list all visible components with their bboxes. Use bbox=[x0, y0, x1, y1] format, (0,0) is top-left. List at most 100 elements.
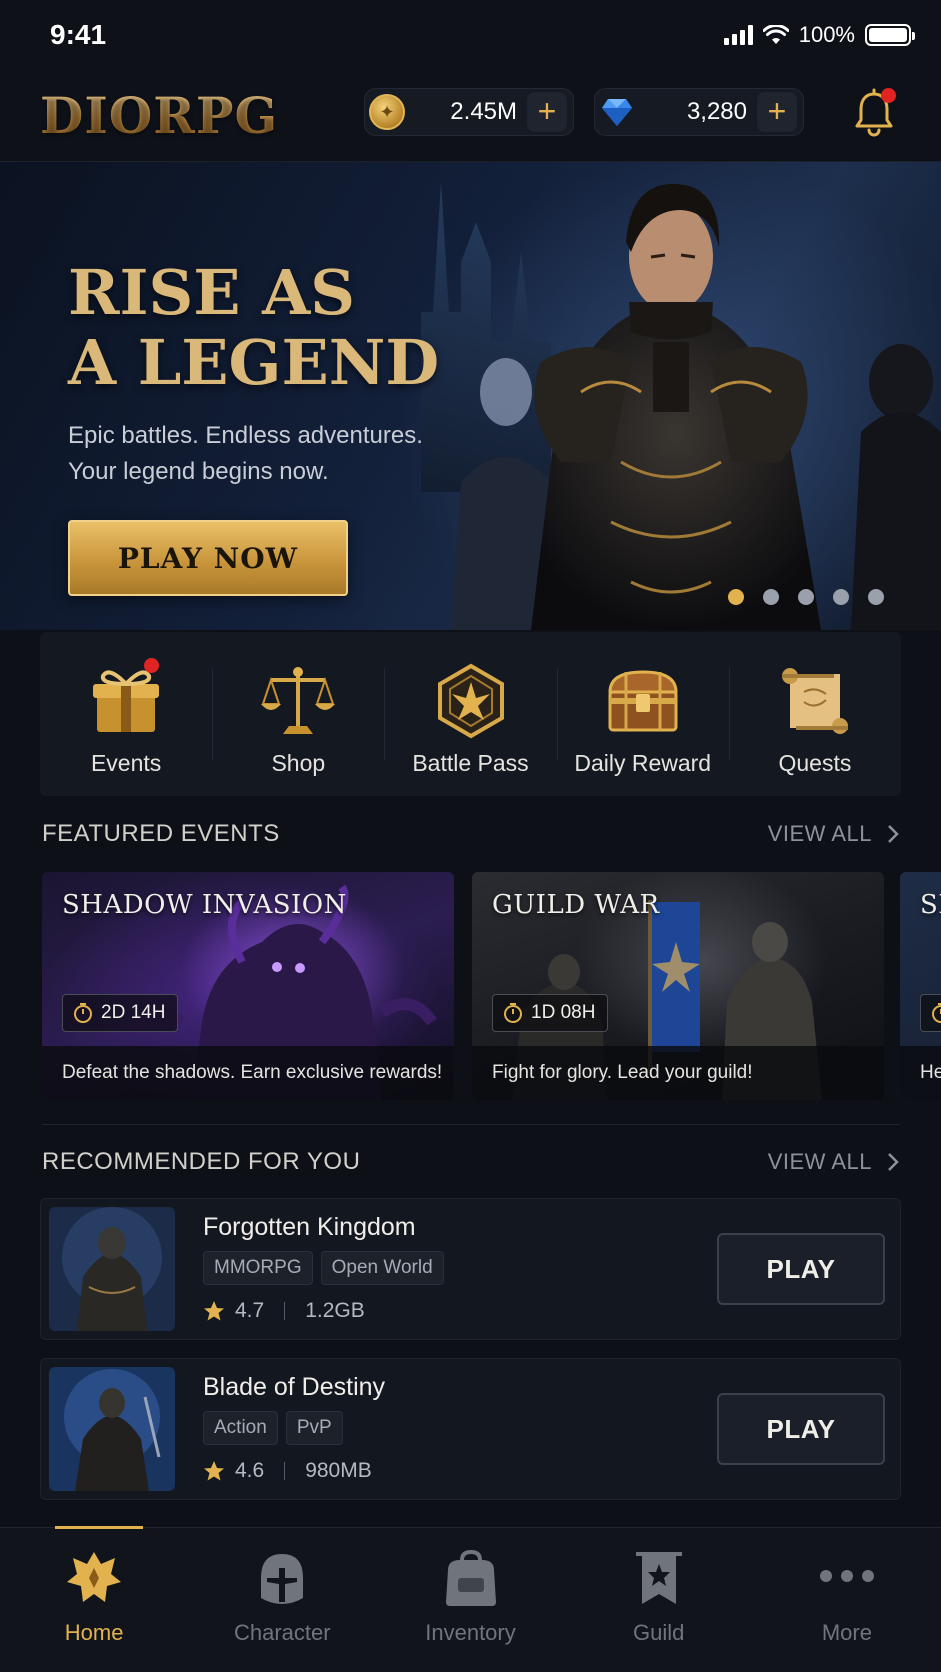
game-size: 1.2GB bbox=[305, 1299, 365, 1322]
game-tag: Action bbox=[203, 1411, 278, 1445]
backpack-icon bbox=[445, 1549, 496, 1606]
stopwatch-icon bbox=[932, 1003, 941, 1023]
quick-menu: Events Shop Battle Pass Daily Reward Que… bbox=[40, 632, 901, 796]
gift-icon bbox=[93, 670, 160, 732]
game-rating: 4.7 bbox=[235, 1299, 265, 1322]
event-title: SI bbox=[920, 890, 941, 920]
section-divider bbox=[42, 1124, 900, 1125]
chevron-right-icon bbox=[888, 825, 899, 843]
game-meta: 4.7 1.2GB bbox=[203, 1299, 365, 1323]
star-icon bbox=[204, 1461, 224, 1481]
game-thumbnail bbox=[49, 1367, 175, 1491]
quick-label: Quests bbox=[778, 750, 852, 776]
featured-events-carousel[interactable]: SHADOW INVASION 2D 14H Defeat the shadow… bbox=[42, 872, 941, 1100]
gem-value: 3,280 bbox=[686, 98, 747, 125]
scales-icon bbox=[261, 667, 336, 734]
game-rating: 4.6 bbox=[235, 1459, 265, 1482]
nav-character[interactable]: Character bbox=[188, 1528, 376, 1672]
quick-item-daily-reward[interactable]: Daily Reward bbox=[556, 632, 729, 796]
bottom-nav: Home Character Inventory Guild More bbox=[0, 1526, 941, 1672]
game-card-forgotten-kingdom[interactable]: Forgotten Kingdom MMORPG Open World 4.7 … bbox=[40, 1198, 901, 1340]
gem-balance[interactable]: 3,280 + bbox=[594, 88, 804, 136]
event-card-partial[interactable]: SI He bbox=[900, 872, 941, 1100]
coin-icon: ✦ bbox=[369, 94, 405, 130]
hero-banner[interactable]: RISE AS A LEGEND Epic battles. Endless a… bbox=[0, 162, 941, 630]
notification-dot bbox=[881, 88, 896, 103]
gem-icon bbox=[602, 99, 632, 126]
add-gems-button[interactable]: + bbox=[757, 92, 797, 132]
section-title: RECOMMENDED FOR YOU bbox=[42, 1148, 361, 1175]
hero-title: RISE AS A LEGEND bbox=[68, 256, 440, 399]
coin-balance[interactable]: ✦ 2.45M + bbox=[364, 88, 574, 136]
game-tag: PvP bbox=[285, 1411, 343, 1445]
featured-view-all-link[interactable]: VIEW ALL bbox=[768, 821, 900, 847]
play-now-button[interactable]: PLAY NOW bbox=[68, 520, 348, 596]
view-all-label: VIEW ALL bbox=[767, 1149, 872, 1174]
add-coins-button[interactable]: + bbox=[527, 92, 567, 132]
nav-label: Inventory bbox=[425, 1620, 516, 1645]
notifications-button[interactable] bbox=[852, 88, 896, 138]
quick-item-shop[interactable]: Shop bbox=[212, 632, 384, 796]
quick-item-battle-pass[interactable]: Battle Pass bbox=[384, 632, 556, 796]
quick-label: Daily Reward bbox=[574, 750, 712, 776]
play-button[interactable]: PLAY bbox=[717, 1233, 885, 1305]
view-all-label: VIEW ALL bbox=[767, 821, 872, 846]
quick-label: Events bbox=[90, 750, 162, 776]
quick-label: Shop bbox=[271, 750, 326, 776]
more-dots-icon bbox=[819, 1570, 874, 1582]
carousel-dot[interactable] bbox=[798, 589, 814, 605]
recommended-header: RECOMMENDED FOR YOU VIEW ALL bbox=[42, 1148, 900, 1176]
nav-label: Character bbox=[234, 1620, 331, 1645]
signal-icon bbox=[723, 25, 753, 45]
knight-thumbnail-icon bbox=[49, 1207, 175, 1331]
quick-item-quests[interactable]: Quests bbox=[728, 632, 901, 796]
event-title: SHADOW INVASION bbox=[62, 890, 347, 920]
game-meta: 4.6 980MB bbox=[203, 1459, 372, 1483]
play-button[interactable]: PLAY bbox=[717, 1393, 885, 1465]
game-tag: MMORPG bbox=[203, 1251, 313, 1285]
carousel-dot[interactable] bbox=[868, 589, 884, 605]
game-card-blade-of-destiny[interactable]: Blade of Destiny Action PvP 4.6 980MB PL… bbox=[40, 1358, 901, 1500]
scroll-icon bbox=[781, 668, 848, 734]
section-title: FEATURED EVENTS bbox=[42, 820, 280, 847]
event-description: He bbox=[900, 1046, 941, 1100]
nav-home[interactable]: Home bbox=[0, 1528, 188, 1672]
carousel-dot[interactable] bbox=[833, 589, 849, 605]
game-tag: Open World bbox=[320, 1251, 444, 1285]
warrior-thumbnail-icon bbox=[49, 1367, 175, 1491]
event-timer bbox=[920, 994, 941, 1032]
game-tags: Action PvP bbox=[203, 1411, 343, 1445]
event-title: GUILD WAR bbox=[492, 890, 660, 920]
game-tags: MMORPG Open World bbox=[203, 1251, 444, 1285]
carousel-dot[interactable] bbox=[728, 589, 744, 605]
nav-label: Home bbox=[64, 1620, 124, 1645]
carousel-dot[interactable] bbox=[763, 589, 779, 605]
chevron-right-icon bbox=[888, 1153, 899, 1171]
quick-label: Battle Pass bbox=[412, 750, 529, 776]
hero-subtitle: Epic battles. Endless adventures. Your l… bbox=[68, 422, 423, 485]
timer-text: 1D 08H bbox=[531, 1002, 596, 1023]
event-timer: 1D 08H bbox=[492, 994, 609, 1032]
battery-icon bbox=[865, 24, 915, 46]
recommended-view-all-link[interactable]: VIEW ALL bbox=[768, 1149, 900, 1175]
nav-label: Guild bbox=[633, 1620, 685, 1645]
treasure-chest-icon bbox=[608, 670, 678, 732]
star-icon bbox=[204, 1301, 224, 1321]
coin-value: 2.45M bbox=[450, 98, 517, 125]
crest-icon bbox=[437, 663, 504, 739]
active-tab-indicator bbox=[55, 1526, 143, 1529]
game-name: Blade of Destiny bbox=[203, 1373, 386, 1401]
app-logo[interactable]: DIORPG bbox=[40, 86, 278, 145]
battery-percent: 100% bbox=[798, 22, 855, 47]
nav-more[interactable]: More bbox=[753, 1528, 941, 1672]
nav-guild[interactable]: Guild bbox=[565, 1528, 753, 1672]
status-bar: 9:41 100% bbox=[0, 0, 941, 70]
helmet-icon bbox=[261, 1554, 304, 1604]
home-crest-icon bbox=[67, 1552, 122, 1602]
nav-inventory[interactable]: Inventory bbox=[376, 1528, 564, 1672]
event-card-guild-war[interactable]: GUILD WAR 1D 08H Fight for glory. Lead y… bbox=[472, 872, 884, 1100]
stopwatch-icon bbox=[504, 1003, 522, 1023]
carousel-dots bbox=[728, 589, 884, 605]
quick-item-events[interactable]: Events bbox=[40, 632, 212, 796]
event-card-shadow-invasion[interactable]: SHADOW INVASION 2D 14H Defeat the shadow… bbox=[42, 872, 454, 1100]
